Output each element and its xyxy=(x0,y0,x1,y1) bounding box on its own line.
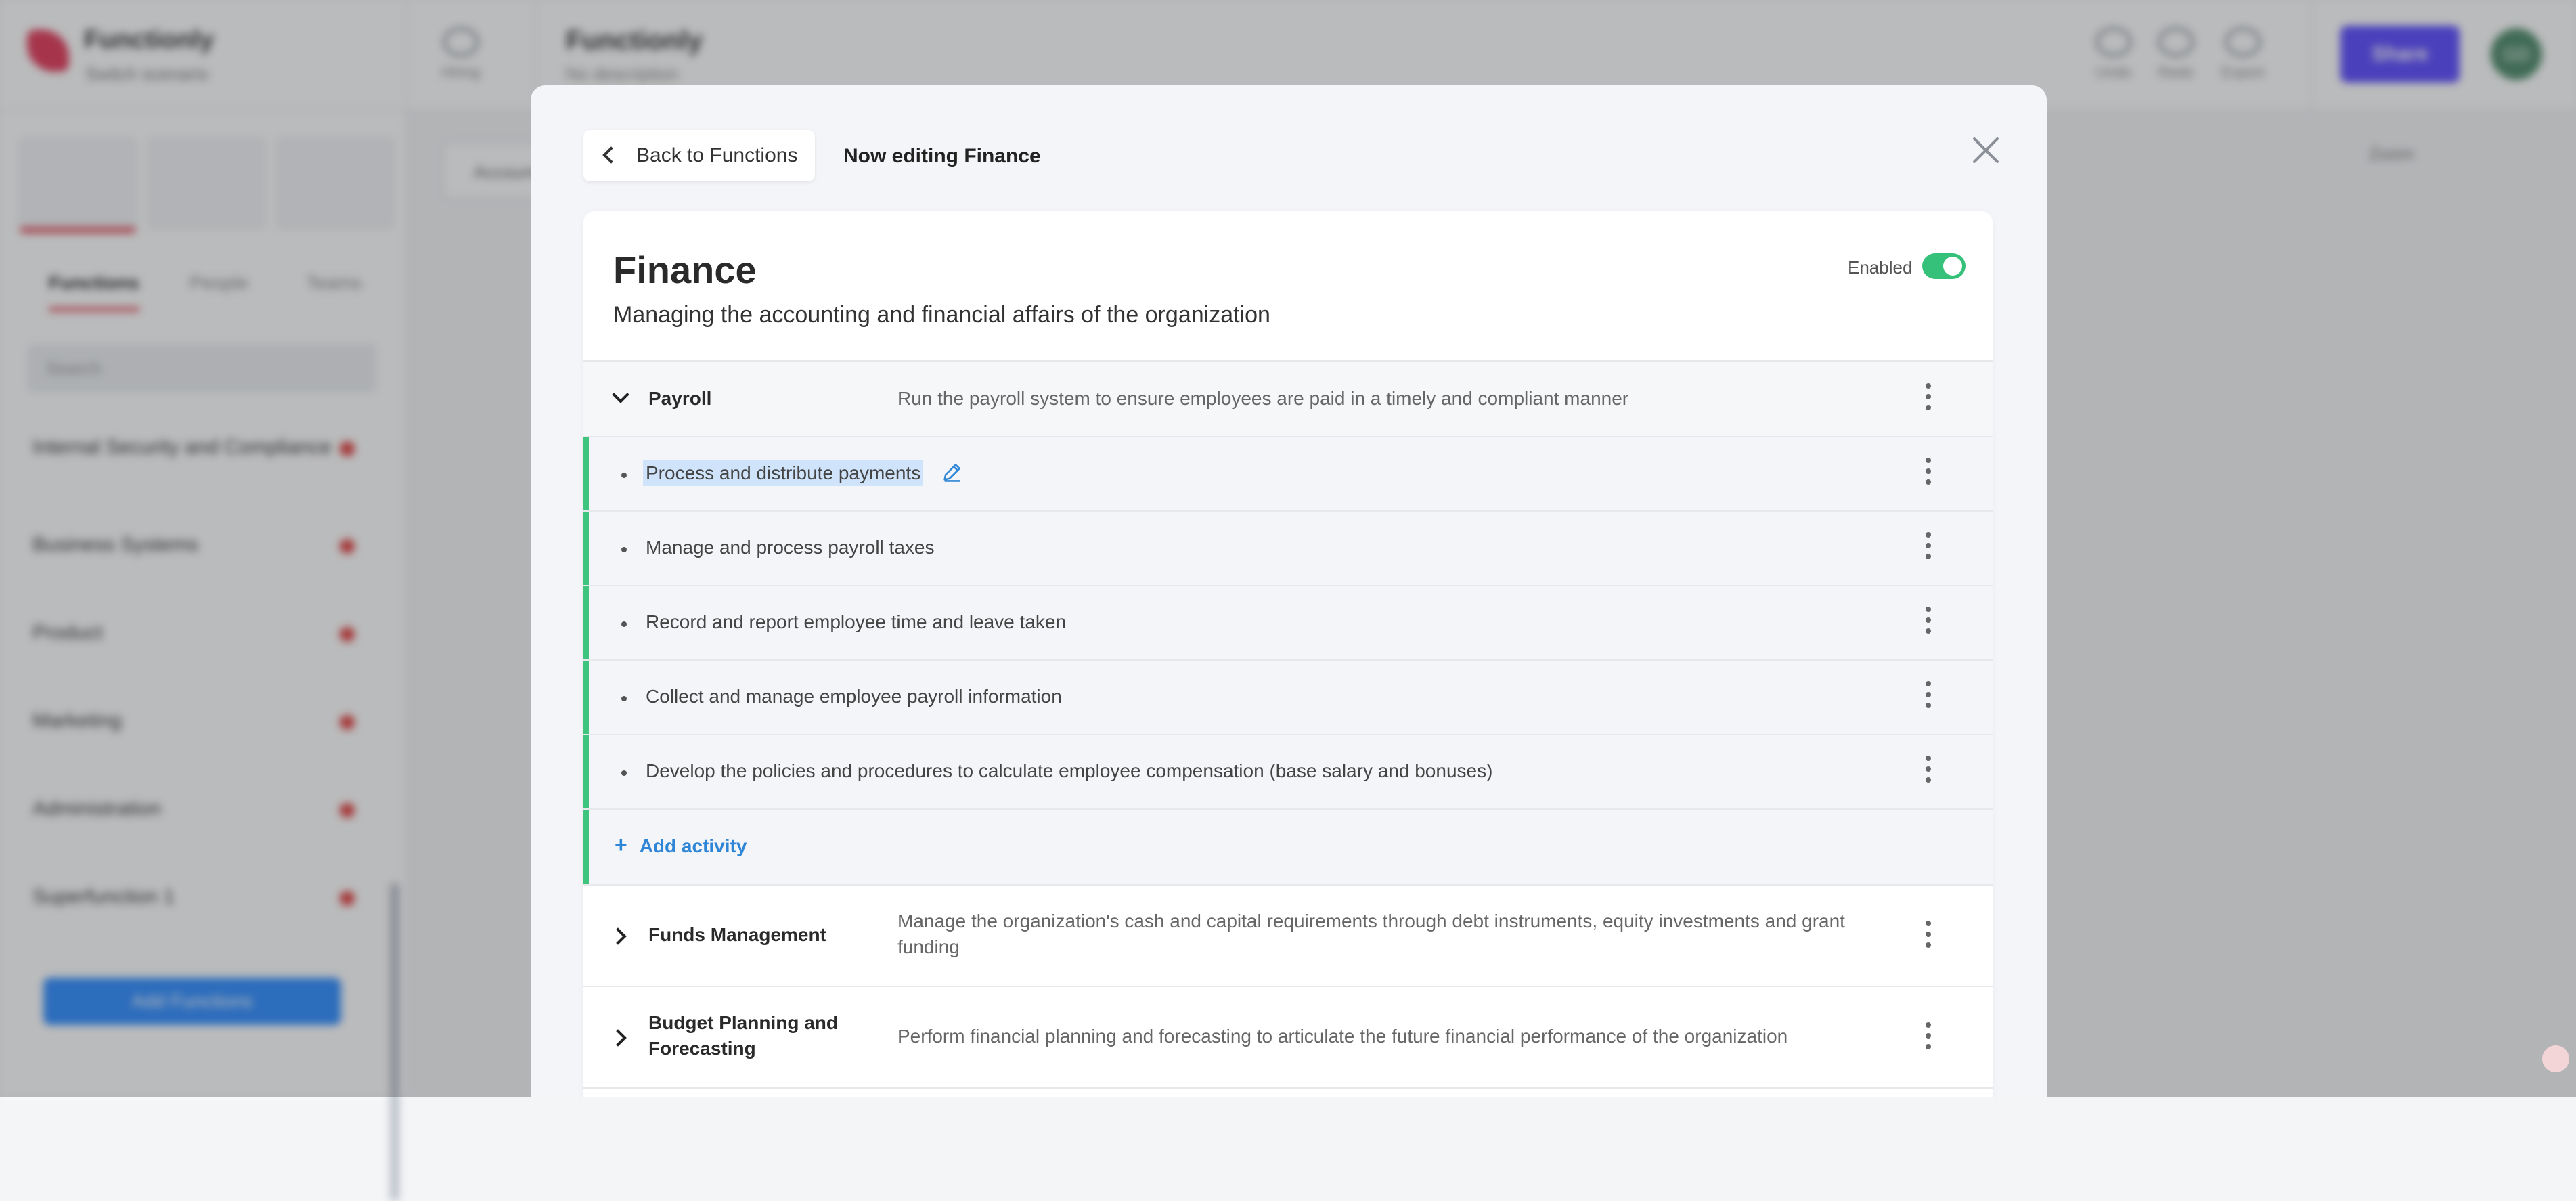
more-options-icon[interactable] xyxy=(1925,532,1932,566)
edit-function-modal: Back to Functions Now editing Finance Fi… xyxy=(531,85,2047,1097)
bullet xyxy=(621,770,627,776)
add-activity-row: + Add activity xyxy=(583,808,1993,884)
activity-text[interactable]: Develop the policies and procedures to c… xyxy=(646,758,1492,784)
function-card: Finance Managing the accounting and fina… xyxy=(583,211,1993,1097)
function-description[interactable]: Managing the accounting and financial af… xyxy=(613,302,1270,328)
editing-label: Now editing Finance xyxy=(843,145,1041,167)
chevron-right-icon[interactable] xyxy=(609,1029,627,1047)
toggle-knob xyxy=(1943,257,1962,276)
bullet xyxy=(621,696,627,701)
group-description: Manage the organization's cash and capit… xyxy=(897,911,1845,957)
group-row-payroll[interactable]: Payroll Run the payroll system to ensure… xyxy=(583,360,1993,436)
group-name: Funds Management xyxy=(648,924,826,945)
bullet xyxy=(621,547,627,552)
active-group-accent xyxy=(583,586,589,659)
add-activity-label: Add activity xyxy=(639,835,747,856)
group-name: Budget Planning and Forecasting xyxy=(648,1012,838,1059)
activity-row[interactable]: Manage and process payroll taxes xyxy=(583,510,1993,585)
activity-row[interactable]: Record and report employee time and leav… xyxy=(583,585,1993,659)
more-options-icon[interactable] xyxy=(1925,1022,1932,1056)
add-activity-button[interactable]: + Add activity xyxy=(615,833,747,858)
active-group-accent xyxy=(583,810,589,884)
more-options-icon[interactable] xyxy=(1925,681,1932,715)
more-options-icon[interactable] xyxy=(1925,756,1932,789)
activity-text[interactable]: Collect and manage employee payroll info… xyxy=(646,684,1062,709)
back-to-functions-button[interactable]: Back to Functions xyxy=(583,130,815,181)
chevron-left-icon xyxy=(602,146,620,164)
group-name: Payroll xyxy=(648,388,712,409)
activity-text[interactable]: Manage and process payroll taxes xyxy=(646,535,934,561)
active-group-accent xyxy=(583,437,589,510)
chevron-down-icon[interactable] xyxy=(612,386,629,403)
more-options-icon[interactable] xyxy=(1925,383,1932,417)
group-row-funds-management[interactable]: Funds Management Manage the organization… xyxy=(583,884,1993,986)
active-group-accent xyxy=(583,661,589,734)
active-group-accent xyxy=(583,512,589,585)
bullet xyxy=(621,621,627,627)
more-options-icon[interactable] xyxy=(1925,607,1932,640)
back-button-label: Back to Functions xyxy=(636,144,798,167)
activity-row[interactable]: Develop the policies and procedures to c… xyxy=(583,734,1993,808)
active-group-accent xyxy=(583,735,589,808)
plus-icon: + xyxy=(615,833,627,857)
more-options-icon[interactable] xyxy=(1925,458,1932,492)
chevron-right-icon[interactable] xyxy=(609,927,627,945)
activity-row[interactable]: Collect and manage employee payroll info… xyxy=(583,659,1993,734)
more-options-icon[interactable] xyxy=(1925,921,1932,955)
function-title[interactable]: Finance xyxy=(613,248,757,292)
group-description: Perform financial planning and forecasti… xyxy=(897,1026,1788,1047)
group-row-budget-planning[interactable]: Budget Planning and Forecasting Perform … xyxy=(583,986,1993,1087)
enabled-label: Enabled xyxy=(1848,257,1913,278)
activity-text[interactable]: Record and report employee time and leav… xyxy=(646,609,1066,635)
activity-text[interactable]: Process and distribute payments xyxy=(643,460,924,486)
bullet xyxy=(621,473,627,478)
pencil-icon[interactable] xyxy=(941,460,964,483)
next-group-row xyxy=(583,1087,1993,1097)
group-description: Run the payroll system to ensure employe… xyxy=(897,388,1629,409)
close-icon[interactable] xyxy=(1967,131,2005,169)
activity-row[interactable]: Process and distribute payments xyxy=(583,436,1993,510)
enabled-toggle[interactable] xyxy=(1922,253,1966,279)
help-icon[interactable] xyxy=(2542,1045,2569,1072)
